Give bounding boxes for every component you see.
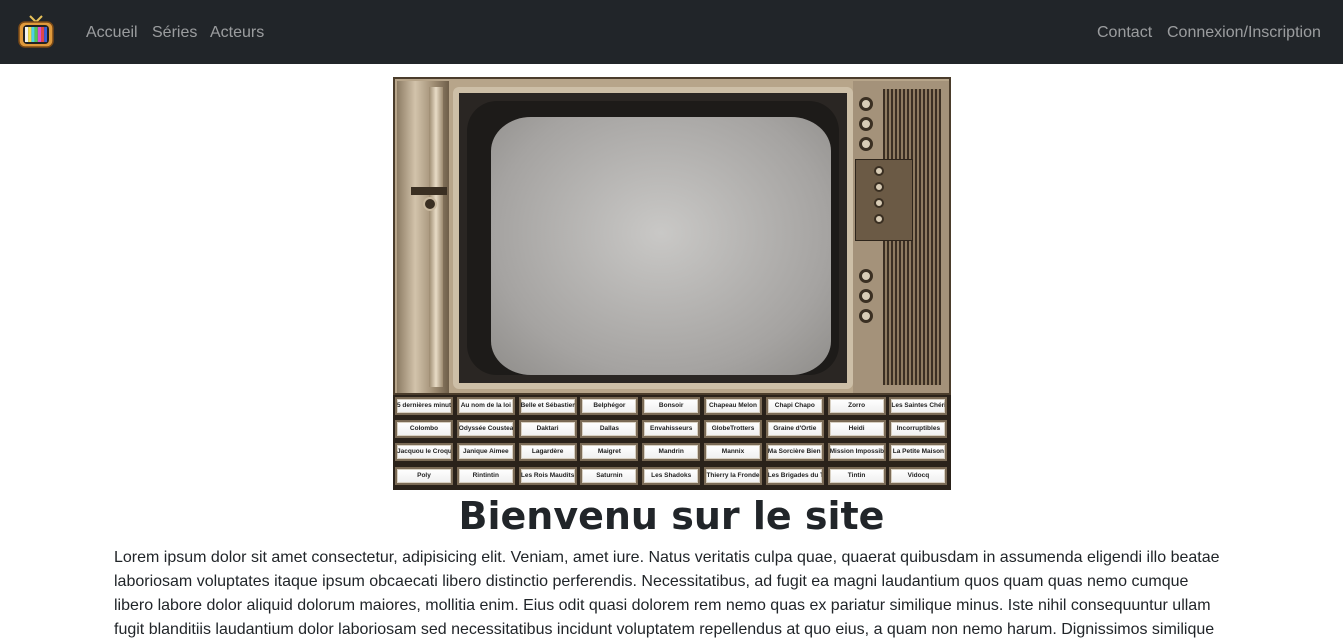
tv-screen: [491, 117, 831, 375]
nav-link-acteurs[interactable]: Acteurs: [210, 22, 264, 44]
channel-button[interactable]: Poly: [395, 466, 453, 485]
channel-button[interactable]: Tintin: [827, 466, 886, 485]
tv-left-strip: [429, 87, 443, 387]
channel-button[interactable]: Odyssée Cousteau: [456, 420, 515, 439]
tv-bezel: [453, 87, 853, 389]
tv-screen-frame: [467, 101, 839, 375]
nav-link-login[interactable]: Connexion/Inscription: [1167, 22, 1321, 44]
channel-button[interactable]: Lagardère: [518, 443, 577, 462]
channel-button[interactable]: Mannix: [704, 443, 762, 462]
channel-button[interactable]: Dallas: [580, 420, 639, 439]
channel-button[interactable]: Belphégor: [580, 397, 639, 415]
tv-dial-icon: [859, 137, 873, 151]
channel-button[interactable]: Daktari: [518, 420, 577, 439]
channel-button[interactable]: Heidi: [827, 420, 886, 439]
channel-button[interactable]: Zorro: [827, 397, 886, 415]
channel-button[interactable]: Colombo: [395, 420, 453, 439]
channel-button[interactable]: Mission Impossible: [827, 443, 886, 462]
channel-button[interactable]: Au nom de la loi: [456, 397, 515, 415]
channel-button[interactable]: Mandrin: [642, 443, 701, 462]
top-navbar: Accueil Séries Acteurs Contact Connexion…: [0, 0, 1343, 64]
channel-button[interactable]: La Petite Maison: [889, 443, 948, 462]
tv-icon[interactable]: [18, 14, 54, 48]
channel-button[interactable]: 5 dernières minutes: [395, 397, 453, 415]
tv-dial-icon: [874, 214, 884, 224]
channel-button[interactable]: Belle et Sébastien: [518, 397, 577, 415]
channel-button[interactable]: Thierry la Fronde: [704, 466, 762, 485]
tv-brand-plate: [411, 187, 447, 195]
channel-button[interactable]: Envahisseurs: [642, 420, 701, 439]
nav-link-accueil[interactable]: Accueil: [86, 22, 138, 44]
tv-dial-icon: [874, 198, 884, 208]
page-title: Bienvenu sur le site: [458, 494, 885, 538]
tv-cabinet: [393, 77, 951, 395]
channel-button[interactable]: GlobeTrotters: [704, 420, 762, 439]
channel-button[interactable]: Les Saintes Chéries: [889, 397, 948, 415]
tv-control-panel: [853, 81, 949, 393]
channel-button[interactable]: Les Rois Maudits: [518, 466, 577, 485]
channel-button[interactable]: Les Shadoks: [642, 466, 701, 485]
tv-dial-icon: [859, 117, 873, 131]
intro-paragraph: Lorem ipsum dolor sit amet consectetur, …: [114, 549, 1220, 638]
channel-button[interactable]: Ma Sorcière Bien Ai: [765, 443, 824, 462]
tv-knob-icon: [423, 197, 437, 211]
channel-button[interactable]: Incorruptibles: [889, 420, 948, 439]
tv-left-panel: [397, 81, 449, 393]
tv-dial-icon: [859, 309, 873, 323]
tv-dial-icon: [859, 97, 873, 111]
channel-button[interactable]: Saturnin: [580, 466, 639, 485]
nav-link-contact[interactable]: Contact: [1097, 22, 1152, 44]
nav-link-series[interactable]: Séries: [152, 22, 197, 44]
channel-button[interactable]: Jacquou le Croquant: [395, 443, 453, 462]
tv-dial-icon: [859, 289, 873, 303]
channel-button[interactable]: Vidocq: [889, 466, 948, 485]
vintage-television-image: 5 dernières minutes Au nom de la loi Belle…: [393, 77, 951, 490]
channel-button[interactable]: Chapi Chapo: [765, 397, 824, 415]
channel-button[interactable]: Rintintin: [456, 466, 515, 485]
tv-tuner-box: [855, 159, 913, 241]
channel-button[interactable]: Janique Aimee: [456, 443, 515, 462]
tv-dial-icon: [874, 166, 884, 176]
channel-button[interactable]: Maigret: [580, 443, 639, 462]
channel-button[interactable]: Bonsoir: [642, 397, 701, 415]
tv-dial-icon: [874, 182, 884, 192]
tv-dial-icon: [859, 269, 873, 283]
channel-button[interactable]: Chapeau Melon: [704, 397, 762, 415]
channel-button[interactable]: Les Brigades du Tigre: [765, 466, 824, 485]
channel-buttons-grid: 5 dernières minutes Au nom de la loi Belle…: [393, 395, 951, 490]
channel-button[interactable]: Graine d'Ortie: [765, 420, 824, 439]
